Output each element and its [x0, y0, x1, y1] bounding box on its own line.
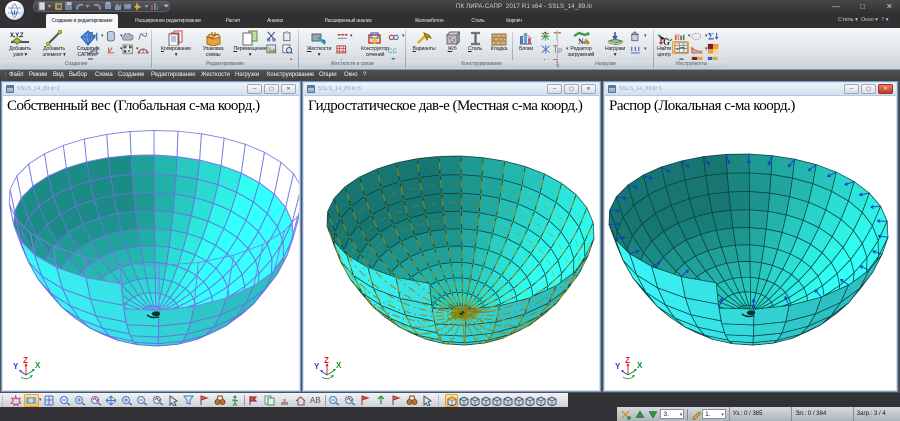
svg-text:Σ: Σ — [708, 32, 714, 42]
svg-text:Z: Z — [23, 356, 28, 365]
svg-text:X: X — [35, 361, 41, 370]
svg-text:Y: Y — [615, 362, 621, 371]
svg-text:№: № — [578, 37, 586, 46]
svg-text:АВ: АВ — [310, 396, 321, 405]
svg-text:X: X — [637, 361, 643, 370]
svg-text:CC: CC — [388, 48, 397, 55]
svg-text:Y: Y — [314, 362, 320, 371]
svg-text:X: X — [336, 361, 342, 370]
svg-text:Z: Z — [625, 356, 630, 365]
svg-text:Z: Z — [324, 356, 329, 365]
svg-text:G: G — [663, 37, 670, 46]
svg-text:Y: Y — [13, 362, 19, 371]
